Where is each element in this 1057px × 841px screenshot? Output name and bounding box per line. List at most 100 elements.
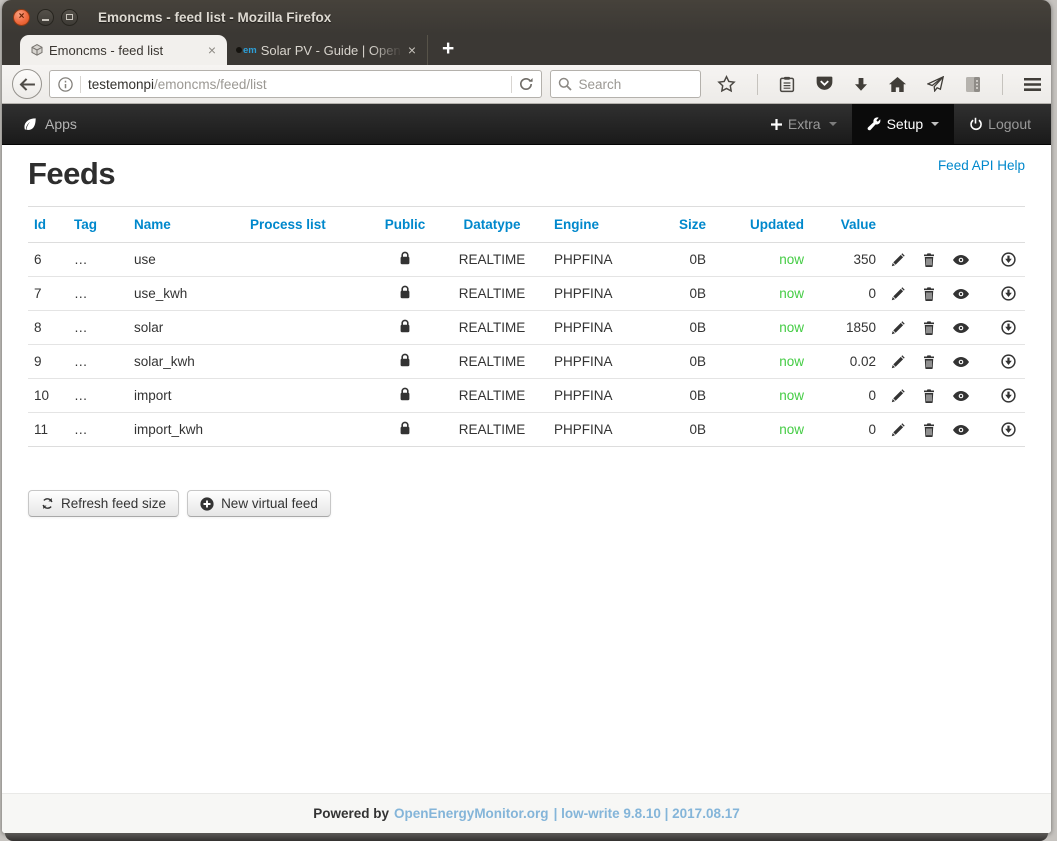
new-virtual-feed-label: New virtual feed: [221, 496, 318, 511]
table-row[interactable]: 11 … import_kwh REALTIME PHPFINA 0B now …: [28, 413, 1025, 447]
header-public: Public: [374, 207, 436, 243]
lock-icon: [374, 345, 436, 379]
nav-item-apps[interactable]: Apps: [22, 116, 77, 132]
caret-down-icon: [931, 122, 939, 126]
tab-emoncms[interactable]: Emoncms - feed list ×: [20, 35, 227, 65]
maximize-icon[interactable]: [61, 9, 78, 26]
trash-icon[interactable]: [923, 287, 935, 301]
eye-icon[interactable]: [953, 255, 969, 265]
header-id: Id: [28, 207, 68, 243]
pocket-icon[interactable]: [816, 76, 833, 92]
close-icon[interactable]: ×: [13, 9, 30, 26]
page-icon[interactable]: [965, 76, 981, 93]
pencil-icon[interactable]: [891, 389, 905, 403]
eye-icon[interactable]: [953, 425, 969, 435]
browser-window: × Emoncms - feed list - Mozilla Firefox …: [2, 0, 1051, 833]
wrench-icon: [867, 117, 881, 131]
trash-icon[interactable]: [923, 253, 935, 267]
nav-item-extra[interactable]: Extra: [756, 104, 852, 144]
tab-solar-pv-guide[interactable]: em Solar PV - Guide | Open ×: [227, 35, 428, 65]
lock-icon: [374, 277, 436, 311]
header-tag: Tag: [68, 207, 128, 243]
tab-close-icon[interactable]: ×: [206, 43, 218, 57]
tab-close-icon[interactable]: ×: [406, 43, 418, 57]
download-circle-icon[interactable]: [1001, 388, 1016, 403]
tab-title: Solar PV - Guide | Open: [261, 43, 402, 58]
plus-icon: [771, 119, 782, 130]
cell-tag: …: [68, 311, 128, 345]
power-icon: [969, 117, 982, 131]
cell-size: 0B: [640, 277, 712, 311]
minimize-icon[interactable]: [37, 9, 54, 26]
new-virtual-feed-button[interactable]: New virtual feed: [187, 490, 331, 517]
tab-strip: Emoncms - feed list × em Solar PV - Guid…: [2, 34, 1051, 65]
back-icon[interactable]: [12, 69, 42, 99]
window-bottom-shadow: [5, 833, 1048, 841]
cell-datatype: REALTIME: [436, 379, 548, 413]
trash-icon[interactable]: [923, 321, 935, 335]
cell-tag: …: [68, 379, 128, 413]
cell-tag: …: [68, 277, 128, 311]
table-row[interactable]: 7 … use_kwh REALTIME PHPFINA 0B now 0: [28, 277, 1025, 311]
pencil-icon[interactable]: [891, 423, 905, 437]
download-circle-icon[interactable]: [1001, 286, 1016, 301]
feed-api-help-link[interactable]: Feed API Help: [938, 158, 1025, 173]
pencil-icon[interactable]: [891, 321, 905, 335]
reload-icon[interactable]: [519, 77, 533, 91]
emoncms-navbar: Apps Extra Setup Logout: [2, 104, 1051, 145]
url-bar[interactable]: testemonpi/emoncms/feed/list: [49, 70, 542, 98]
leaf-icon: [22, 117, 37, 132]
star-icon[interactable]: [717, 75, 736, 94]
table-row[interactable]: 9 … solar_kwh REALTIME PHPFINA 0B now 0.…: [28, 345, 1025, 379]
eye-icon[interactable]: [953, 289, 969, 299]
info-icon[interactable]: [58, 77, 73, 92]
pencil-icon[interactable]: [891, 355, 905, 369]
cell-value: 0.02: [810, 345, 882, 379]
send-icon[interactable]: [927, 76, 944, 92]
cell-value: 350: [810, 243, 882, 277]
search-input[interactable]: [578, 77, 688, 92]
cell-name: import: [128, 379, 244, 413]
cell-updated: now: [712, 243, 810, 277]
trash-icon[interactable]: [923, 355, 935, 369]
trash-icon[interactable]: [923, 389, 935, 403]
table-row[interactable]: 10 … import REALTIME PHPFINA 0B now 0: [28, 379, 1025, 413]
eye-icon[interactable]: [953, 357, 969, 367]
trash-icon[interactable]: [923, 423, 935, 437]
new-tab-button[interactable]: +: [442, 38, 454, 59]
plus-circle-icon: [200, 497, 214, 511]
cell-engine: PHPFINA: [548, 243, 640, 277]
nav-item-setup[interactable]: Setup: [852, 104, 955, 144]
eye-icon[interactable]: [953, 323, 969, 333]
download-circle-icon[interactable]: [1001, 320, 1016, 335]
refresh-feed-size-button[interactable]: Refresh feed size: [28, 490, 179, 517]
download-icon[interactable]: [854, 77, 868, 92]
cell-size: 0B: [640, 379, 712, 413]
menu-icon[interactable]: [1024, 78, 1041, 91]
cell-value: 1850: [810, 311, 882, 345]
cell-process-list: [244, 413, 374, 447]
bookmarks-icon[interactable]: [779, 76, 795, 93]
cell-id: 7: [28, 277, 68, 311]
nav-setup-label: Setup: [887, 116, 924, 132]
download-circle-icon[interactable]: [1001, 252, 1016, 267]
lock-icon: [374, 413, 436, 447]
home-icon[interactable]: [889, 77, 906, 92]
eye-icon[interactable]: [953, 391, 969, 401]
oem-favicon-icon: em: [236, 45, 257, 56]
emoncms-favicon-icon: [29, 43, 45, 57]
openenergymonitor-link[interactable]: OpenEnergyMonitor.org: [394, 806, 549, 821]
download-circle-icon[interactable]: [1001, 354, 1016, 369]
table-header-row: Id Tag Name Process list Public Datatype…: [28, 207, 1025, 243]
cell-datatype: REALTIME: [436, 413, 548, 447]
cell-engine: PHPFINA: [548, 413, 640, 447]
lock-icon: [374, 311, 436, 345]
table-row[interactable]: 8 … solar REALTIME PHPFINA 0B now 1850: [28, 311, 1025, 345]
download-circle-icon[interactable]: [1001, 422, 1016, 437]
header-size: Size: [640, 207, 712, 243]
search-box[interactable]: [550, 70, 701, 98]
pencil-icon[interactable]: [891, 287, 905, 301]
table-row[interactable]: 6 … use REALTIME PHPFINA 0B now 350: [28, 243, 1025, 277]
nav-item-logout[interactable]: Logout: [954, 104, 1051, 144]
pencil-icon[interactable]: [891, 253, 905, 267]
